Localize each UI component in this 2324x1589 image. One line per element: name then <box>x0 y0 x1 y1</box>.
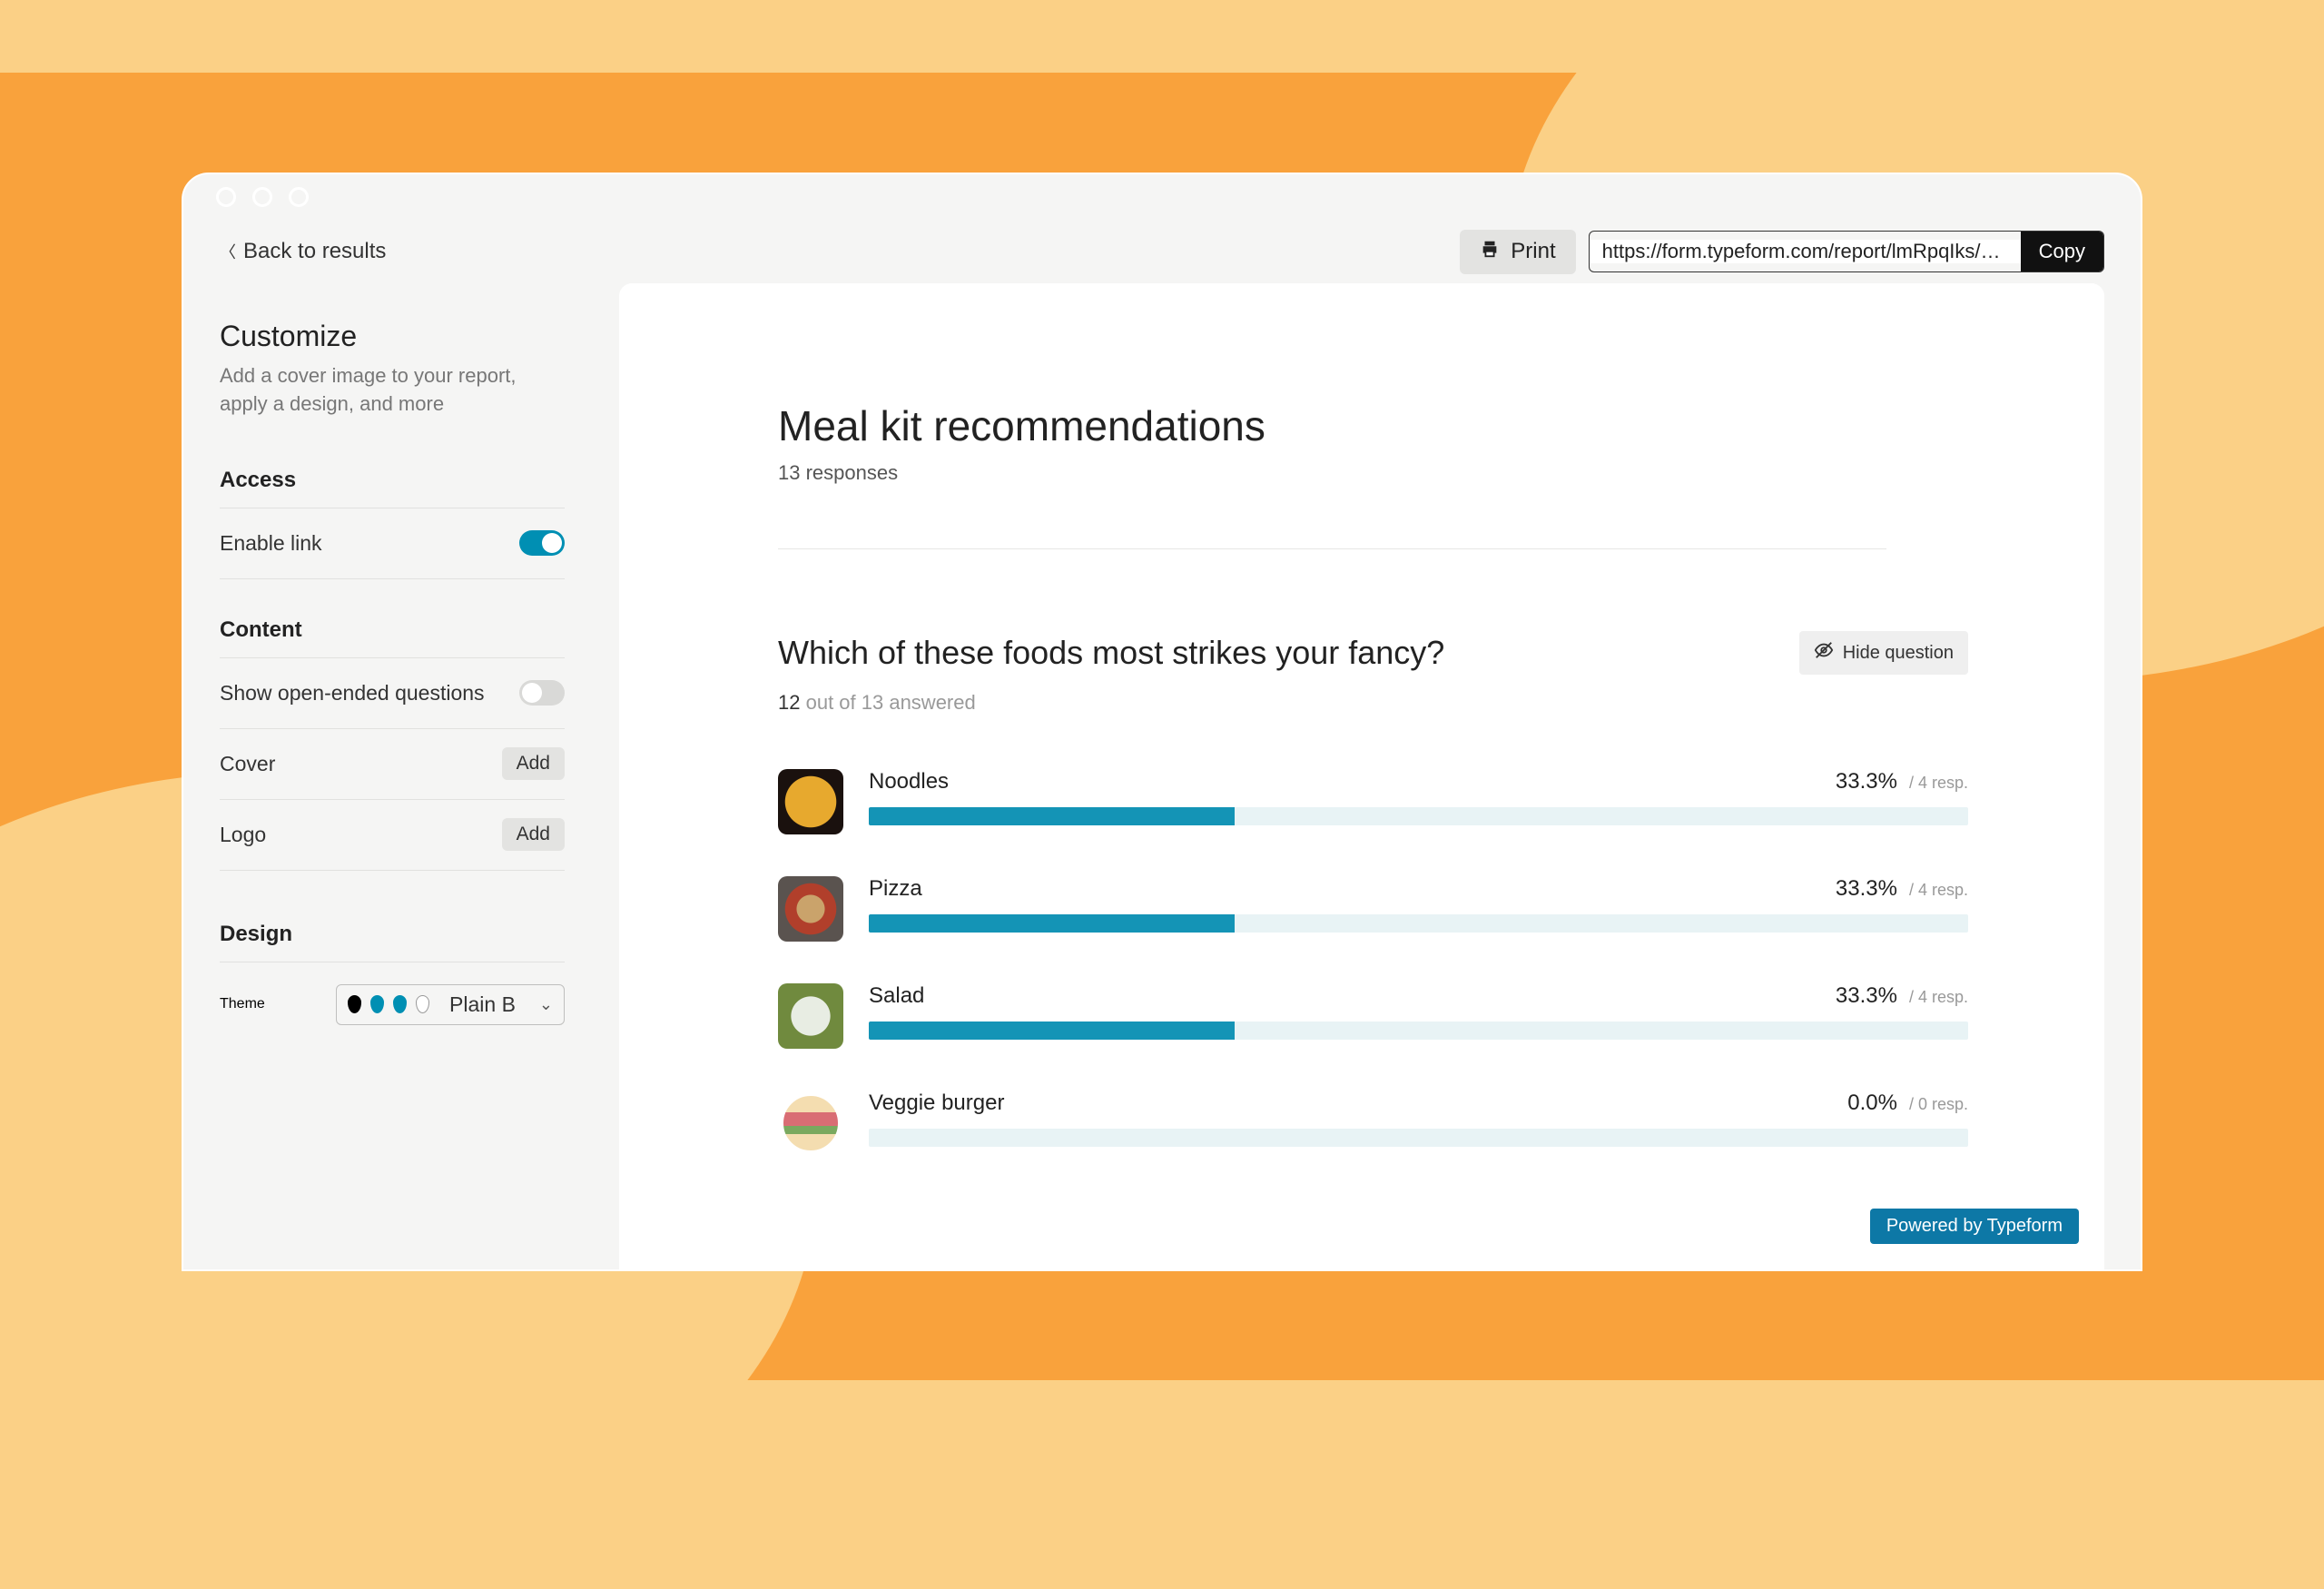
option-percent: 0.0% <box>1847 1091 1897 1115</box>
answered-line: 12 out of 13 answered <box>778 691 2023 715</box>
option-thumb <box>778 876 843 942</box>
copy-button[interactable]: Copy <box>2021 232 2103 271</box>
option-row: Noodles 33.3% / 4 resp. <box>778 769 1968 834</box>
enable-link-toggle[interactable] <box>519 530 565 556</box>
option-respondents: / 4 resp. <box>1905 774 1968 792</box>
sidebar-subtitle: Add a cover image to your report, apply … <box>220 362 565 419</box>
app-root: 〈 Back to results Print Copy Customiz <box>183 220 2141 1269</box>
option-respondents: / 0 resp. <box>1905 1095 1968 1113</box>
add-label: Add <box>517 824 550 844</box>
add-label: Add <box>517 753 550 774</box>
powered-by-badge: Powered by Typeform <box>1870 1209 2079 1244</box>
theme-swatch-icon <box>416 995 429 1013</box>
answered-rest: out of 13 answered <box>800 691 975 714</box>
option-bar-fill <box>869 1022 1235 1040</box>
theme-dropdown[interactable]: Plain B ⌄ <box>336 984 565 1025</box>
browser-window: 〈 Back to results Print Copy Customiz <box>182 173 2142 1271</box>
option-respondents: / 4 resp. <box>1905 988 1968 1006</box>
answered-count: 12 <box>778 691 800 714</box>
cover-row: Cover Add <box>220 729 565 800</box>
theme-swatch-icon <box>370 995 384 1013</box>
design-heading: Design <box>220 907 565 962</box>
question-header: Which of these foods most strikes your f… <box>778 631 2023 675</box>
window-dot-icon <box>252 187 272 207</box>
window-titlebar <box>183 174 2141 220</box>
open-ended-toggle[interactable] <box>519 680 565 706</box>
chevron-down-icon: ⌄ <box>539 995 553 1014</box>
option-label: Salad <box>869 983 924 1009</box>
option-row: Salad 33.3% / 4 resp. <box>778 983 1968 1049</box>
chevron-left-icon: 〈 <box>220 240 236 263</box>
option-percent: 33.3% <box>1836 769 1897 794</box>
option-percent: 33.3% <box>1836 876 1897 901</box>
option-label: Veggie burger <box>869 1091 1004 1116</box>
back-label: Back to results <box>243 239 386 264</box>
open-ended-label: Show open-ended questions <box>220 681 485 706</box>
open-ended-row: Show open-ended questions <box>220 658 565 729</box>
window-dot-icon <box>216 187 236 207</box>
share-url-box: Copy <box>1589 231 2104 272</box>
share-url-input[interactable] <box>1590 240 2021 263</box>
theme-value: Plain B <box>438 992 530 1017</box>
theme-label: Theme <box>220 996 265 1012</box>
window-dot-icon <box>289 187 309 207</box>
option-bar-track <box>869 1022 1968 1040</box>
access-heading: Access <box>220 453 565 508</box>
logo-row: Logo Add <box>220 800 565 871</box>
add-cover-button[interactable]: Add <box>502 747 565 780</box>
option-bar-fill <box>869 914 1235 933</box>
logo-label: Logo <box>220 823 266 847</box>
option-row: Veggie burger 0.0% / 0 resp. <box>778 1091 1968 1156</box>
customize-sidebar: Customize Add a cover image to your repo… <box>220 283 592 1269</box>
option-respondents: / 4 resp. <box>1905 881 1968 899</box>
page-header: 〈 Back to results Print Copy <box>183 220 2141 283</box>
eye-off-icon <box>1814 640 1834 666</box>
report-panel: Meal kit recommendations 13 responses Wh… <box>619 283 2104 1269</box>
theme-swatch-icon <box>348 995 361 1013</box>
option-label: Noodles <box>869 769 949 794</box>
option-row: Pizza 33.3% / 4 resp. <box>778 876 1968 942</box>
add-logo-button[interactable]: Add <box>502 818 565 851</box>
option-thumb <box>778 769 843 834</box>
option-bar-track <box>869 807 1968 825</box>
option-bar-fill <box>869 807 1235 825</box>
printer-icon <box>1480 239 1500 265</box>
theme-swatch-icon <box>393 995 407 1013</box>
content-heading: Content <box>220 603 565 658</box>
print-button[interactable]: Print <box>1460 230 1575 274</box>
option-thumb <box>778 983 843 1049</box>
options-list: Noodles 33.3% / 4 resp. Pizza 33.3% / 4 res… <box>778 769 2023 1156</box>
option-bar-track <box>869 914 1968 933</box>
option-thumb <box>778 1091 843 1156</box>
cover-label: Cover <box>220 752 275 776</box>
enable-link-row: Enable link <box>220 508 565 579</box>
option-label: Pizza <box>869 876 922 902</box>
sidebar-title: Customize <box>220 320 565 353</box>
print-label: Print <box>1511 239 1555 264</box>
divider <box>778 548 1886 549</box>
hide-question-label: Hide question <box>1843 643 1954 664</box>
option-percent: 33.3% <box>1836 983 1897 1008</box>
back-to-results-link[interactable]: 〈 Back to results <box>220 239 386 264</box>
report-title: Meal kit recommendations <box>778 401 2023 450</box>
question-title: Which of these foods most strikes your f… <box>778 634 1444 672</box>
copy-label: Copy <box>2039 240 2085 263</box>
option-bar-track <box>869 1129 1968 1147</box>
enable-link-label: Enable link <box>220 531 322 556</box>
report-responses: 13 responses <box>778 461 2023 485</box>
hide-question-button[interactable]: Hide question <box>1799 631 1968 675</box>
page-body: Customize Add a cover image to your repo… <box>183 283 2141 1269</box>
theme-row: Theme Plain B ⌄ <box>220 962 565 1025</box>
